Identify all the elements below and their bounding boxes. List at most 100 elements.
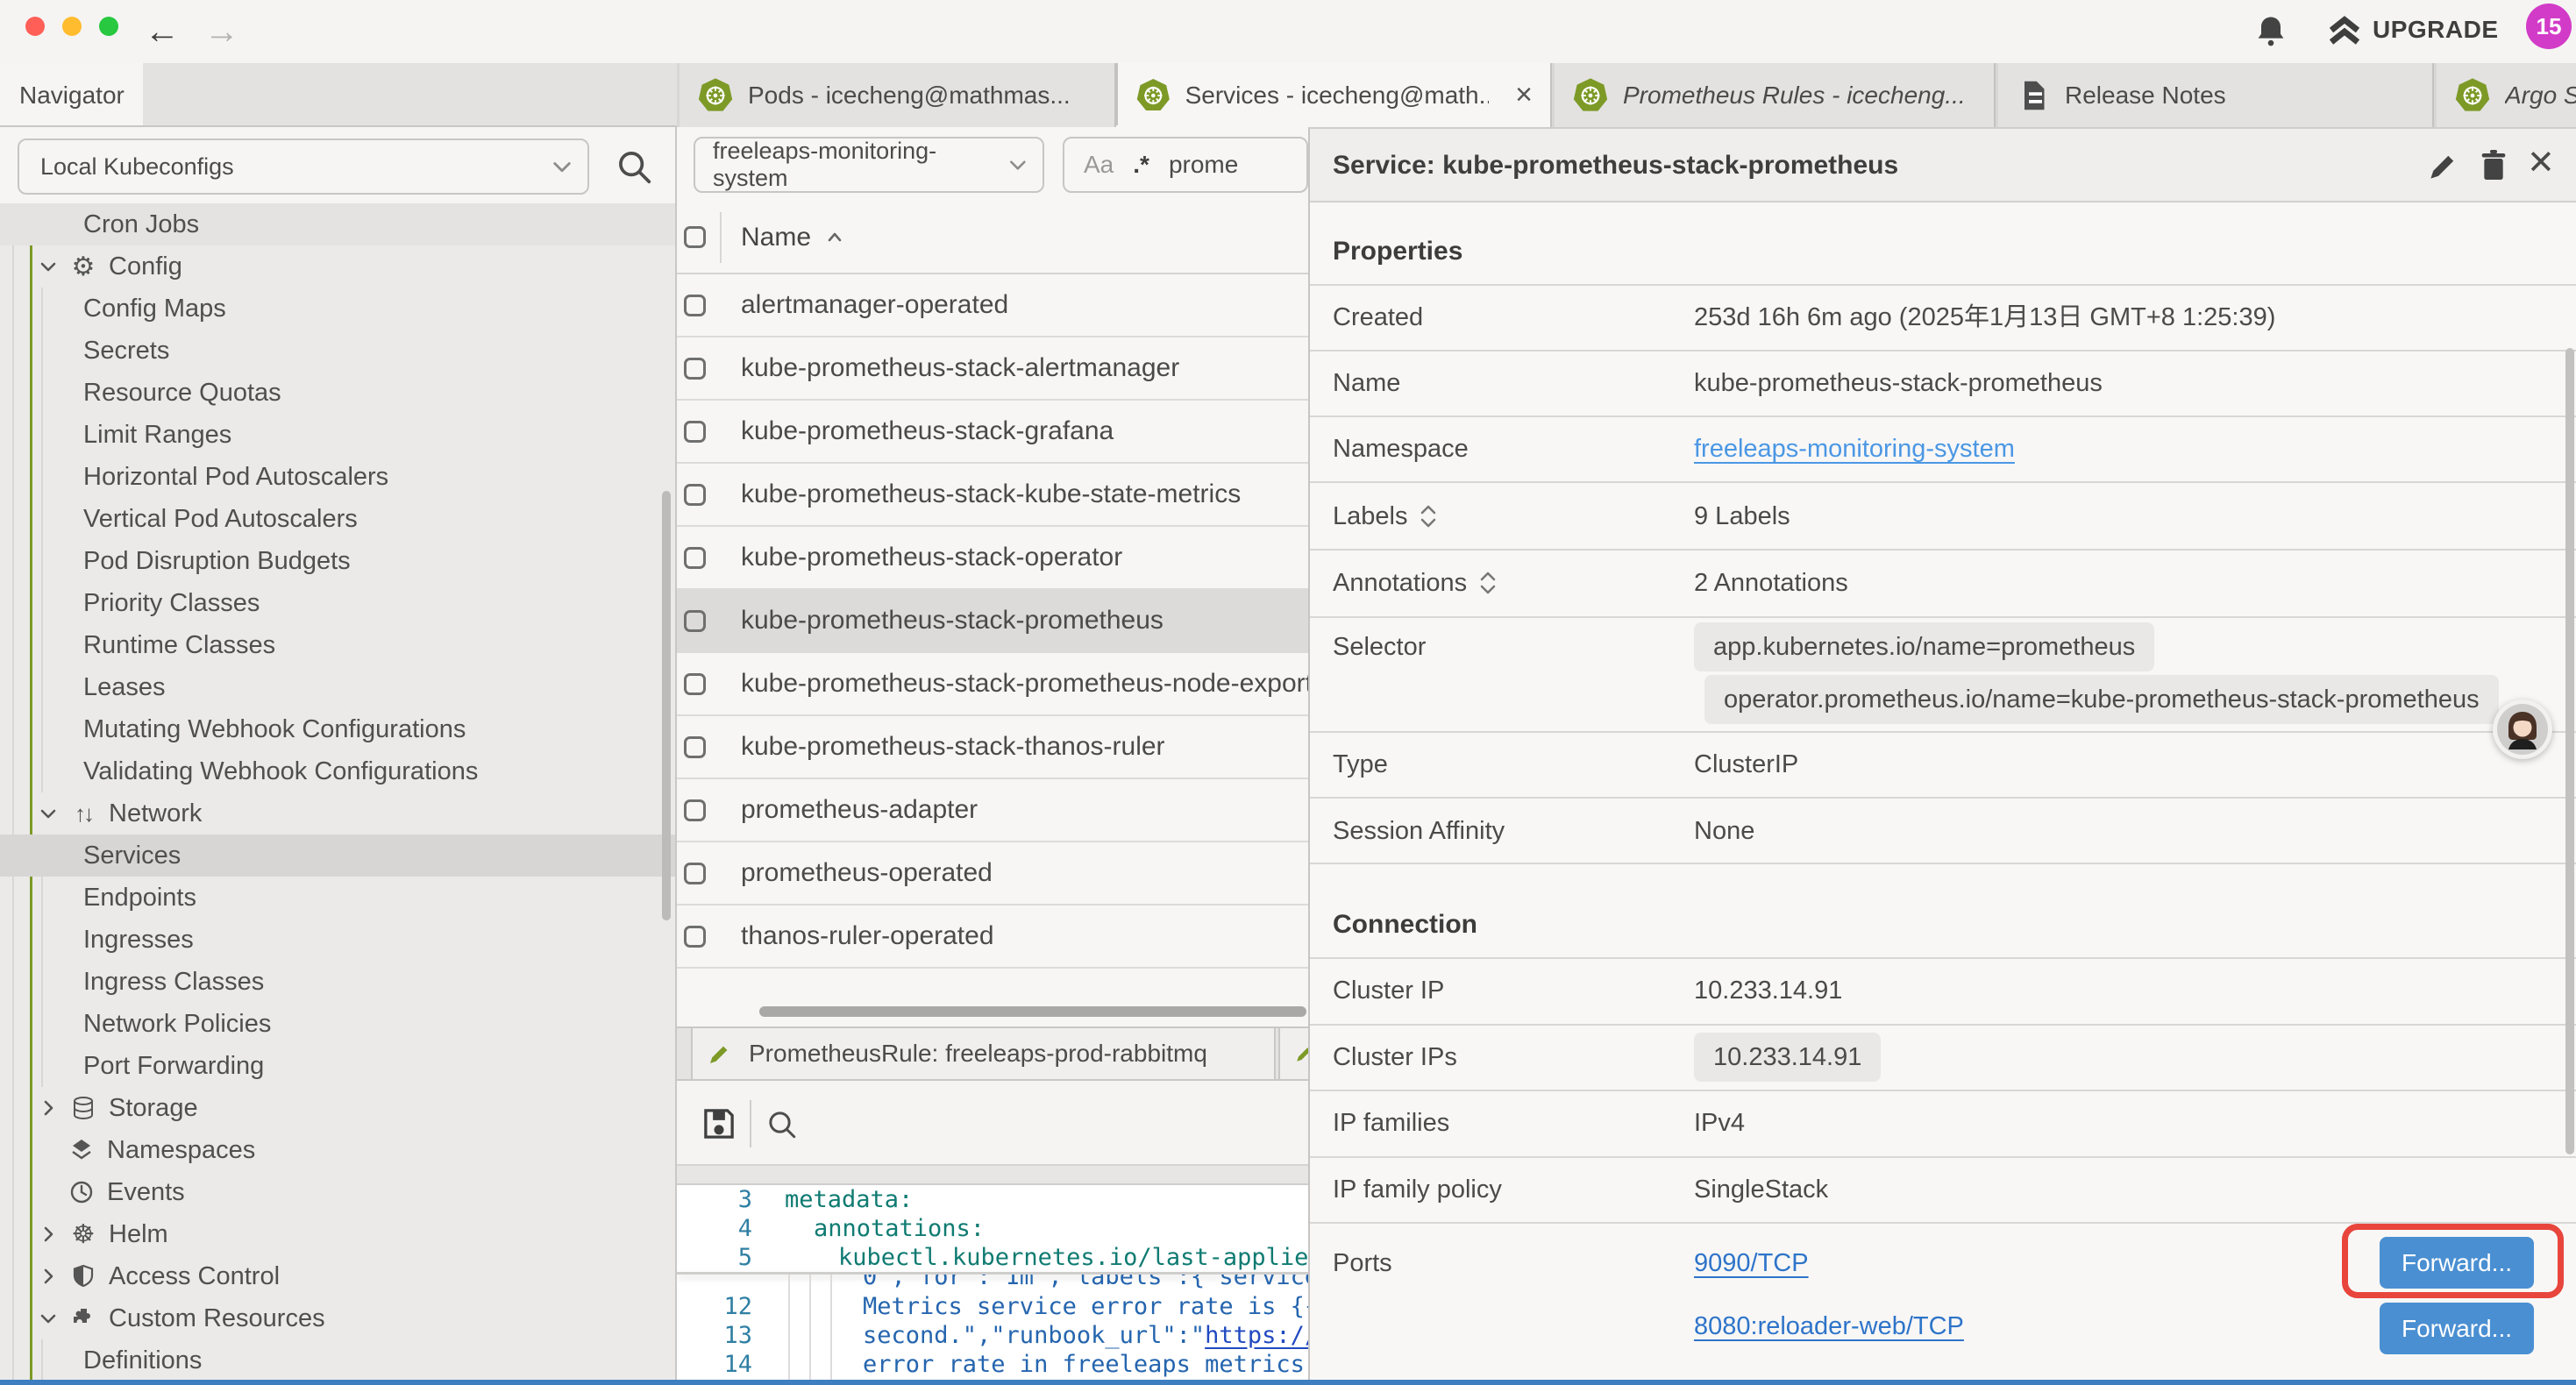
row-checkbox[interactable] [684, 610, 706, 632]
select-all-checkbox[interactable] [684, 226, 706, 248]
property-row-annotations: Annotations 2 Annotations [1310, 562, 2576, 604]
forward-arrow-icon[interactable]: → [204, 7, 239, 56]
close-panel-icon[interactable]: ✕ [2527, 143, 2555, 182]
upgrade-button[interactable]: UPGRADE [2373, 16, 2499, 44]
row-checkbox[interactable] [684, 673, 706, 695]
back-arrow-icon[interactable]: ← [145, 7, 180, 56]
yaml-editor[interactable]: 3metadata: 4annotations: 5kubectl.kubern… [677, 1185, 1308, 1385]
sidebar-section-network[interactable]: ↑↓ Network [0, 792, 675, 835]
table-row[interactable]: alertmanager-operated [677, 274, 1308, 337]
assistant-avatar[interactable] [2493, 700, 2552, 759]
tab-services-active[interactable]: Services - icecheng@math... × [1116, 63, 1552, 127]
search-icon[interactable] [765, 1107, 800, 1142]
table-row-selected[interactable]: kube-prometheus-stack-prometheus [677, 590, 1308, 653]
forward-port-button-2[interactable]: Forward... [2380, 1303, 2534, 1354]
match-case-toggle[interactable]: Aa [1084, 151, 1114, 179]
sidebar-item-horizontal-pod-autoscalers[interactable]: Horizontal Pod Autoscalers [0, 456, 675, 498]
delete-trash-icon[interactable] [2476, 148, 2511, 183]
sidebar-section-helm[interactable]: ☸ Helm [0, 1213, 675, 1255]
row-checkbox[interactable] [684, 926, 706, 948]
name-filter-input[interactable]: Aa .* prome [1063, 137, 1308, 193]
kubeconfig-select[interactable]: Local Kubeconfigs [18, 138, 589, 195]
close-tab-icon[interactable]: × [1515, 78, 1533, 112]
sidebar-item-leases[interactable]: Leases [0, 666, 675, 708]
sidebar-item-network-policies[interactable]: Network Policies [0, 1003, 675, 1045]
table-row[interactable]: kube-prometheus-stack-kube-state-metrics [677, 464, 1308, 527]
sidebar-item-services[interactable]: Services [0, 835, 675, 877]
namespace-link[interactable]: freeleaps-monitoring-system [1694, 428, 2015, 470]
row-checkbox[interactable] [684, 295, 706, 316]
expander-icon[interactable] [1479, 570, 1497, 596]
notification-count-badge[interactable]: 15 [2526, 4, 2572, 49]
sort-ascending-icon[interactable] [825, 228, 844, 247]
minimize-window-button[interactable] [62, 17, 82, 36]
sidebar-item-ingresses[interactable]: Ingresses [0, 919, 675, 961]
tab-prometheus-rules[interactable]: Prometheus Rules - icecheng... [1555, 63, 1996, 127]
table-row[interactable]: thanos-ruler-operated [677, 906, 1308, 969]
sidebar-item-mutating-webhook-configurations[interactable]: Mutating Webhook Configurations [0, 708, 675, 750]
edit-pencil-icon[interactable] [2426, 148, 2461, 183]
sidebar-item-runtime-classes[interactable]: Runtime Classes [0, 624, 675, 666]
sidebar-item-config-maps[interactable]: Config Maps [0, 288, 675, 330]
shield-icon [68, 1263, 98, 1289]
sidebar-item-endpoints[interactable]: Endpoints [0, 877, 675, 919]
sidebar-item-ingress-classes[interactable]: Ingress Classes [0, 961, 675, 1003]
sidebar-section-access-control[interactable]: Access Control [0, 1255, 675, 1297]
tab-release-notes[interactable]: Release Notes [1998, 63, 2434, 127]
property-row-created: Created 253d 16h 6m ago (2025年1月13日 GMT+… [1310, 296, 2576, 338]
tab-argo[interactable]: Argo Se [2437, 63, 2576, 127]
sidebar-item-resource-quotas[interactable]: Resource Quotas [0, 372, 675, 414]
regex-toggle[interactable]: .* [1133, 151, 1149, 179]
save-icon[interactable] [700, 1104, 738, 1143]
sidebar-item-cron-jobs[interactable]: Cron Jobs [0, 203, 675, 245]
navigator-panel-tab[interactable]: Navigator [0, 63, 143, 127]
upgrade-double-chevron-icon[interactable] [2323, 11, 2366, 53]
sidebar-item-namespaces[interactable]: Namespaces [0, 1129, 675, 1171]
panel-scrollbar[interactable] [2565, 348, 2574, 1154]
row-checkbox[interactable] [684, 421, 706, 443]
row-checkbox[interactable] [684, 863, 706, 884]
table-row[interactable]: prometheus-adapter [677, 779, 1308, 842]
sidebar-item-limit-ranges[interactable]: Limit Ranges [0, 414, 675, 456]
row-checkbox[interactable] [684, 358, 706, 380]
sidebar-section-custom-resources[interactable]: Custom Resources [0, 1297, 675, 1339]
port-link-8080[interactable]: 8080:reloader-web/TCP [1694, 1305, 1964, 1347]
sidebar-item-events[interactable]: Events [0, 1171, 675, 1213]
chevron-down-icon [39, 804, 58, 823]
kubernetes-icon [1572, 77, 1609, 114]
table-row[interactable]: prometheus-operated [677, 842, 1308, 906]
sidebar-section-storage[interactable]: Storage [0, 1087, 675, 1129]
port-link-9090[interactable]: 9090/TCP [1694, 1242, 1809, 1284]
row-checkbox[interactable] [684, 484, 706, 506]
sidebar-item-port-forwarding[interactable]: Port Forwarding [0, 1045, 675, 1087]
search-icon[interactable] [614, 146, 654, 187]
row-checkbox[interactable] [684, 547, 706, 569]
sidebar-item-definitions[interactable]: Definitions [0, 1339, 675, 1381]
sidebar-section-config[interactable]: ⚙ Config [0, 245, 675, 288]
table-row[interactable]: kube-prometheus-stack-grafana [677, 401, 1308, 464]
editor-tab-partial[interactable] [1278, 1028, 1308, 1079]
namespace-select[interactable]: freeleaps-monitoring-system [694, 137, 1044, 193]
close-window-button[interactable] [25, 17, 45, 36]
sidebar-scrollbar[interactable] [662, 491, 671, 920]
table-row[interactable]: kube-prometheus-stack-prometheus-node-ex… [677, 653, 1308, 716]
table-row[interactable]: kube-prometheus-stack-alertmanager [677, 337, 1308, 401]
maximize-window-button[interactable] [99, 17, 118, 36]
table-row[interactable]: kube-prometheus-stack-thanos-ruler [677, 716, 1308, 779]
tab-pods[interactable]: Pods - icecheng@mathmas... [680, 63, 1116, 127]
row-divider [1310, 549, 2576, 550]
sidebar-item-secrets[interactable]: Secrets [0, 330, 675, 372]
code-link[interactable]: https://net [1205, 1322, 1308, 1349]
bell-icon[interactable] [2252, 12, 2290, 51]
editor-tab-prometheusrule[interactable]: PrometheusRule: freeleaps-prod-rabbitmq [691, 1028, 1276, 1079]
sidebar-item-priority-classes[interactable]: Priority Classes [0, 582, 675, 624]
horizontal-scrollbar[interactable] [759, 1006, 1306, 1017]
table-row[interactable]: kube-prometheus-stack-operator [677, 527, 1308, 590]
sidebar-item-vertical-pod-autoscalers[interactable]: Vertical Pod Autoscalers [0, 498, 675, 540]
sidebar-item-validating-webhook-configurations[interactable]: Validating Webhook Configurations [0, 750, 675, 792]
row-checkbox[interactable] [684, 736, 706, 758]
row-checkbox[interactable] [684, 799, 706, 821]
column-header-name[interactable]: Name [741, 223, 811, 252]
sidebar-item-pod-disruption-budgets[interactable]: Pod Disruption Budgets [0, 540, 675, 582]
expander-icon[interactable] [1420, 503, 1437, 529]
